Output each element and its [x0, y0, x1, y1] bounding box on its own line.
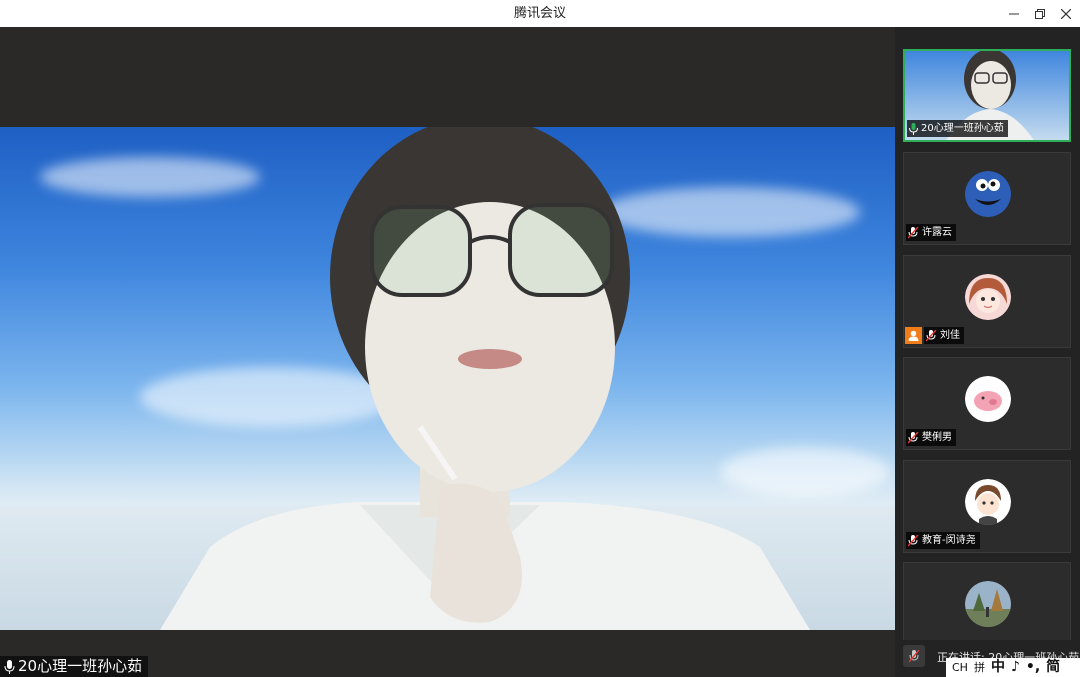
participant-label: 20心理一班孙心茹 [907, 120, 1008, 137]
pink-pig-avatar [965, 376, 1011, 422]
main-speaker-label: 20心理一班孙心茹 [0, 656, 149, 677]
participant-tile[interactable]: 教育-闵诗尧 [903, 460, 1071, 553]
participant-label: 许露云 [906, 224, 956, 241]
main-video-feed [0, 127, 895, 630]
participant-tile[interactable]: 刘佳 [903, 255, 1071, 348]
close-icon [1061, 8, 1071, 19]
main-speaker-name: 20心理一班孙心茹 [18, 657, 143, 675]
participant-sidebar[interactable]: 20心理一班孙心茹 许露云 刘佳 樊俐男 教育-闵诗尧 [895, 27, 1080, 677]
participant-tile[interactable]: 许露云 [903, 152, 1071, 245]
mic-on-icon [909, 122, 918, 135]
minimize-button[interactable] [1000, 0, 1028, 27]
ime-punct[interactable]: •, [1026, 658, 1040, 677]
ime-toolbar[interactable]: CH 拼 中 ♪ •, 简 [946, 658, 1080, 677]
mic-icon [4, 659, 15, 674]
minimize-icon [1009, 13, 1019, 14]
ime-moon-icon[interactable]: ♪ [1011, 658, 1020, 677]
cookie-monster-avatar [965, 171, 1011, 217]
ime-pinyin[interactable]: 拼 [974, 658, 985, 677]
participant-label: 教育-闵诗尧 [906, 532, 980, 549]
mic-muted-icon [908, 534, 919, 546]
close-button[interactable] [1052, 0, 1080, 27]
participant-name: 樊俐男 [922, 432, 952, 443]
window-title: 腾讯会议 [513, 6, 566, 21]
mic-muted-icon [908, 431, 919, 443]
title-bar: 腾讯会议 [0, 0, 1080, 28]
ime-chinese-mode[interactable]: 中 [991, 658, 1005, 677]
participant-tile[interactable]: 樊俐男 [903, 357, 1071, 450]
participant-name: 刘佳 [940, 330, 960, 341]
participant-name: 20心理一班孙心茹 [921, 123, 1004, 134]
participant-label: 樊俐男 [906, 429, 956, 446]
host-badge [905, 327, 922, 344]
mute-toggle-button[interactable] [903, 645, 925, 667]
participant-name: 许露云 [922, 227, 952, 238]
cartoon-boy-avatar [965, 479, 1011, 525]
mic-muted-icon [926, 329, 937, 341]
mic-muted-icon [908, 226, 919, 238]
participant-tile[interactable]: 20心理一班孙心茹 [903, 49, 1071, 142]
restore-icon [1035, 8, 1045, 19]
participant-name: 教育-闵诗尧 [922, 535, 976, 546]
restore-button[interactable] [1026, 0, 1054, 27]
host-icon [908, 330, 919, 341]
ime-lang[interactable]: CH [952, 658, 968, 677]
participant-label: 刘佳 [924, 327, 964, 344]
mic-muted-icon [908, 649, 920, 662]
speaker-person [160, 127, 810, 630]
outdoor-photo-avatar [965, 581, 1011, 627]
main-video-area[interactable] [0, 27, 895, 677]
girl-cartoon-avatar [965, 274, 1011, 320]
ime-simplified[interactable]: 简 [1046, 658, 1060, 677]
participant-tile[interactable] [903, 562, 1071, 652]
